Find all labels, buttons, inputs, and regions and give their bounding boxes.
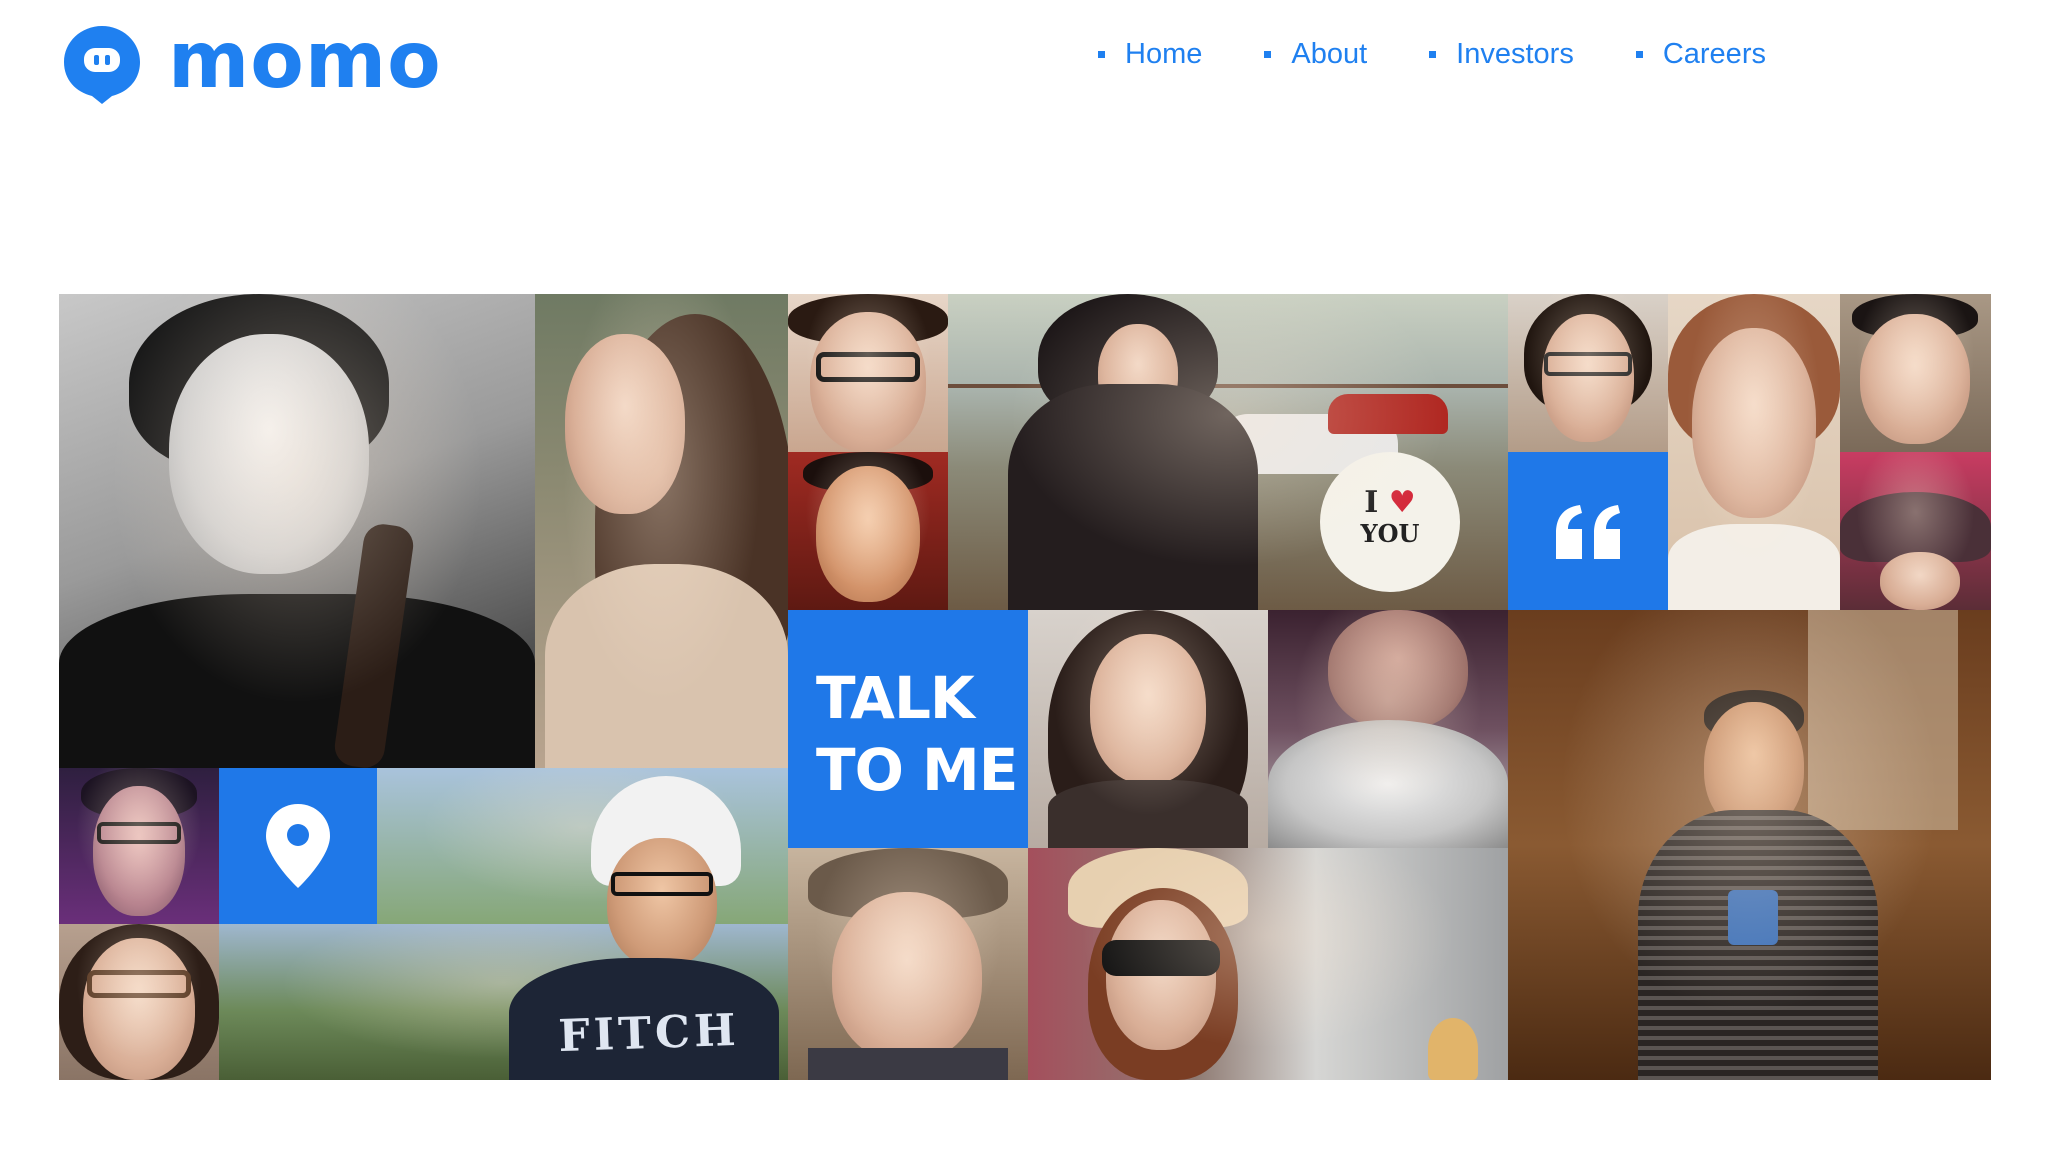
- nav-label: Home: [1125, 38, 1203, 70]
- quote-tile[interactable]: [1508, 452, 1668, 610]
- main-nav: Home About Investors Careers: [1098, 38, 1828, 71]
- nav-item-about[interactable]: About: [1264, 38, 1367, 71]
- photo-tile: [59, 924, 219, 1080]
- location-pin-icon: [266, 804, 330, 888]
- logo-link[interactable]: momo: [62, 16, 442, 106]
- photo-tile: [788, 848, 1028, 1080]
- speech-bubble-icon: [64, 26, 140, 104]
- shirt-text: FITCH: [557, 1004, 741, 1063]
- square-bullet-icon: [1635, 51, 1643, 58]
- site-header: momo Home About Investors Careers: [0, 0, 2048, 140]
- talk-to-me-text: TALK TO ME: [816, 664, 1018, 804]
- photo-tile: [1668, 294, 1840, 610]
- square-bullet-icon: [1429, 51, 1437, 58]
- photo-tile: [535, 294, 788, 768]
- photo-tile: [1028, 848, 1508, 1080]
- photo-tile: [1840, 452, 1991, 610]
- balloon: I ♥ YOU: [1320, 452, 1460, 592]
- photo-tile: [1508, 610, 1991, 1080]
- brand-name: momo: [168, 16, 442, 106]
- photo-tile: [1840, 294, 1991, 452]
- nav-label: Careers: [1662, 38, 1766, 70]
- nav-item-investors[interactable]: Investors: [1429, 38, 1574, 71]
- nav-label: About: [1291, 38, 1368, 70]
- photo-tile: [59, 768, 219, 924]
- photo-tile: [1028, 610, 1268, 848]
- talk-to-me-tile[interactable]: TALK TO ME: [788, 610, 1028, 848]
- helmet-person: FITCH: [479, 768, 779, 1080]
- location-tile[interactable]: [219, 768, 377, 924]
- photo-tile: [788, 452, 948, 610]
- photo-tile: [59, 294, 535, 768]
- photo-tile: I ♥ YOU: [948, 294, 1508, 610]
- square-bullet-icon: [1264, 51, 1272, 58]
- nav-label: Investors: [1456, 38, 1574, 70]
- heart-icon: ♥: [1388, 485, 1416, 520]
- nav-item-careers[interactable]: Careers: [1635, 38, 1766, 71]
- square-bullet-icon: [1098, 51, 1105, 58]
- quote-icon: [1556, 505, 1620, 559]
- nav-item-home[interactable]: Home: [1098, 38, 1202, 71]
- photo-tile: [788, 294, 948, 452]
- photo-tile: [1508, 294, 1668, 452]
- photo-tile: [1268, 610, 1508, 848]
- photo-mosaic: I ♥ YOU TALK TO ME FITCH: [59, 294, 1991, 1080]
